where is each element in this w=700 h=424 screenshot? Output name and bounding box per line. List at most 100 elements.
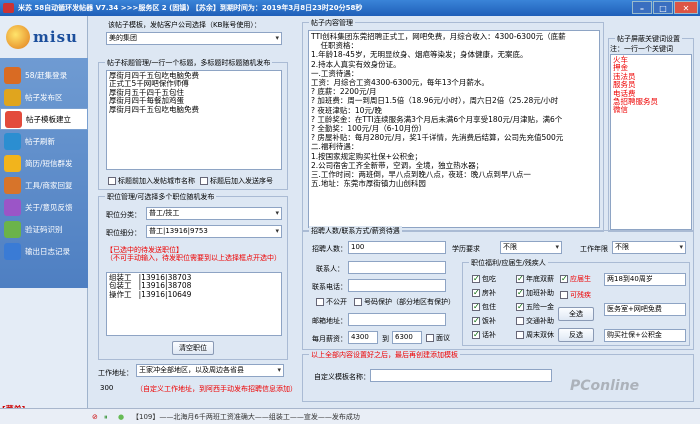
prefix-city-checkbox[interactable]: 标题前加入发帖城市名称 (108, 176, 195, 186)
benefit-input[interactable]: 医务室+网吧免费 (604, 303, 686, 316)
title-group-label: 帖子标题管理/一行一个标题，多标题时标题随机发布 (105, 58, 273, 68)
main-panel: 该帖子模板，发帖客户公司选择（KB账号使用）： 美的集团 帖子标题管理/一行一个… (88, 16, 700, 408)
welfare-checkbox[interactable]: 房补 (472, 288, 496, 298)
sidebar-item-3[interactable]: 帖子模板建立 (0, 108, 88, 130)
phone-label: 联系电话： (312, 283, 347, 291)
welfare-label: 饭补 (482, 317, 496, 325)
titles-textarea[interactable]: 厚街月四千五包吃电脑免费 正式工5千网吧保作师傅 厚街月五千四千五包住 厚街月四… (106, 70, 282, 170)
category-select[interactable]: 普工/技工 (146, 207, 282, 220)
welfare-checkbox[interactable]: 包吃 (472, 274, 496, 284)
negotiable-label: 面议 (436, 334, 450, 342)
welfare-checkbox[interactable]: 年底双薪 (516, 274, 554, 284)
suffix-seq-checkbox[interactable]: 标题后加入发送序号 (200, 176, 273, 186)
sidebar-item-9[interactable]: 输出日志记录 (0, 240, 88, 262)
salary-to-label: 到 (382, 335, 389, 343)
number-protect-checkbox[interactable]: 号码保护（部分地区有保护） (354, 297, 455, 307)
stop-icon: ⊘ (92, 413, 98, 421)
select-all-button[interactable]: 全选 (558, 307, 594, 321)
hide-contact-checkbox[interactable]: 不公开 (316, 297, 347, 307)
sidebar-item-5[interactable]: 简历/短信群发 (0, 152, 88, 174)
log-icon (4, 242, 21, 260)
mail-icon (4, 154, 21, 172)
work-address-label: 工作地址： (98, 369, 133, 377)
welfare-checkbox[interactable]: 五险一金 (516, 302, 554, 312)
negotiable-checkbox[interactable]: 面议 (426, 333, 450, 343)
sidebar-item-8[interactable]: 验证码识别 (0, 218, 88, 240)
welfare-label: 交通补助 (526, 317, 554, 325)
disabled-checkbox[interactable]: 可残疾 (560, 290, 591, 300)
education-select[interactable]: 不限 (500, 241, 562, 254)
info-icon (4, 198, 21, 216)
sidebar-item-2[interactable]: 帖子发布区 (0, 86, 88, 108)
window-title: 米苏 58自动循环发帖器 V7.34 >>>服务区 2 (固镇) 【苏余】到期时… (18, 4, 363, 12)
welfare-checkbox[interactable]: 交通补助 (516, 316, 554, 326)
welfare-checkbox[interactable]: 加班补助 (516, 288, 554, 298)
keywords-group-label: 帖子屏蔽关键词设置 (615, 34, 682, 44)
hide-contact-label: 不公开 (326, 298, 347, 306)
disabled-label: 可残疾 (570, 291, 591, 299)
welfare-checkbox[interactable]: 饭补 (472, 316, 496, 326)
watermark: PConline (570, 378, 640, 394)
sidebar-item-7[interactable]: 关于/意见反馈 (0, 196, 88, 218)
positions-list[interactable]: 组装工 |13916|38703 包装工 |13916|38708 操作工 |1… (106, 272, 282, 336)
salary-max-input[interactable]: 6300 (392, 331, 422, 344)
sidebar-item-6[interactable]: 工具/商家回复 (0, 174, 88, 196)
logo: misu (0, 16, 87, 58)
salary-label: 每月薪资： (312, 335, 347, 343)
welfare-label: 五险一金 (526, 303, 554, 311)
contact-group-label: 招聘人数/联系方式/薪资待遇 (309, 226, 402, 236)
welfare-checkbox[interactable]: 包住 (472, 302, 496, 312)
fresh-grad-checkbox[interactable]: 应届生 (560, 274, 591, 284)
template-name-input[interactable] (370, 369, 552, 382)
email-label: 邮箱地址： (312, 317, 347, 325)
prefix-city-label: 标题前加入发帖城市名称 (118, 177, 195, 185)
fresh-grad-label: 应届生 (570, 275, 591, 283)
content-group-label: 帖子内容管理 (309, 18, 355, 28)
sidebar: misu 58/赶集登录帖子发布区帖子模板建立帖子刷新简历/短信群发 工具/商家回… (0, 16, 88, 408)
minimize-button[interactable]: – (632, 1, 652, 14)
welfare-label: 包住 (482, 303, 496, 311)
welfare-checkbox[interactable]: 话补 (472, 330, 496, 340)
maximize-button[interactable]: □ (653, 1, 673, 14)
sidebar-item-1[interactable]: 58/赶集登录 (0, 64, 88, 86)
welfare-label: 加班补助 (526, 289, 554, 297)
insurance-input[interactable]: 购买社保+公积金 (604, 329, 686, 342)
phone-input[interactable] (348, 279, 446, 292)
age-range-input[interactable]: 两18到40周岁 (604, 273, 686, 286)
sidebar-item-label: 帖子发布区 (25, 92, 63, 102)
close-button[interactable]: ✕ (674, 1, 698, 14)
title-bar: 米苏 58自动循环发帖器 V7.34 >>>服务区 2 (固镇) 【苏余】到期时… (0, 0, 700, 16)
invert-button[interactable]: 反选 (558, 328, 594, 342)
welfare-label: 周末双休 (526, 331, 554, 339)
status-bar: ⊘ ⏸ ● 【109】——北海月6千两班工资准确大——组装工——宣发——发布成功 (0, 408, 700, 424)
count-label: 300 (100, 384, 114, 392)
work-address-select[interactable]: 王家冲全部地区，以及周边各省县 (136, 364, 284, 377)
category-label: 职位分类： (106, 211, 141, 219)
welfare-checkbox[interactable]: 周末双休 (516, 330, 554, 340)
status-icon: ● (118, 413, 125, 421)
contact-person-label: 联系人： (316, 265, 344, 273)
tool-icon (4, 176, 21, 194)
position-group-label: 职位管理/可选择多个职位随机发布 (105, 192, 217, 202)
user-icon (4, 66, 21, 84)
experience-label: 工作年限 (580, 245, 608, 253)
sidebar-item-label: 帖子刷新 (25, 136, 55, 146)
sidebar-item-label: 工具/商家回复 (25, 180, 73, 190)
salary-min-input[interactable]: 4300 (348, 331, 378, 344)
sidebar-item-label: 简历/短信群发 (25, 158, 73, 168)
company-select[interactable]: 美的集团 (106, 32, 282, 45)
experience-select[interactable]: 不限 (612, 241, 686, 254)
subcategory-select[interactable]: 普工|13916|9753 (146, 225, 282, 238)
headcount-label: 招聘人数： (312, 245, 347, 253)
content-textarea[interactable]: TTI创科集团东莞招聘正式工，网吧免费，月综合收入：4300-6300元（底薪 … (308, 30, 600, 228)
headcount-input[interactable]: 100 (348, 241, 446, 254)
clear-positions-button[interactable]: 清空职位 (172, 341, 214, 355)
keywords-textarea[interactable]: 火车 押金 违法员 服务员 电话费 急招聘服务员 微信 (610, 54, 692, 230)
sidebar-item-4[interactable]: 帖子刷新 (0, 130, 88, 152)
app-icon (3, 3, 14, 13)
refresh-icon (4, 132, 21, 150)
sidebar-item-label: 输出日志记录 (25, 246, 70, 256)
email-input[interactable] (348, 313, 446, 326)
contact-person-input[interactable] (348, 261, 446, 274)
welfare-label: 年底双薪 (526, 275, 554, 283)
